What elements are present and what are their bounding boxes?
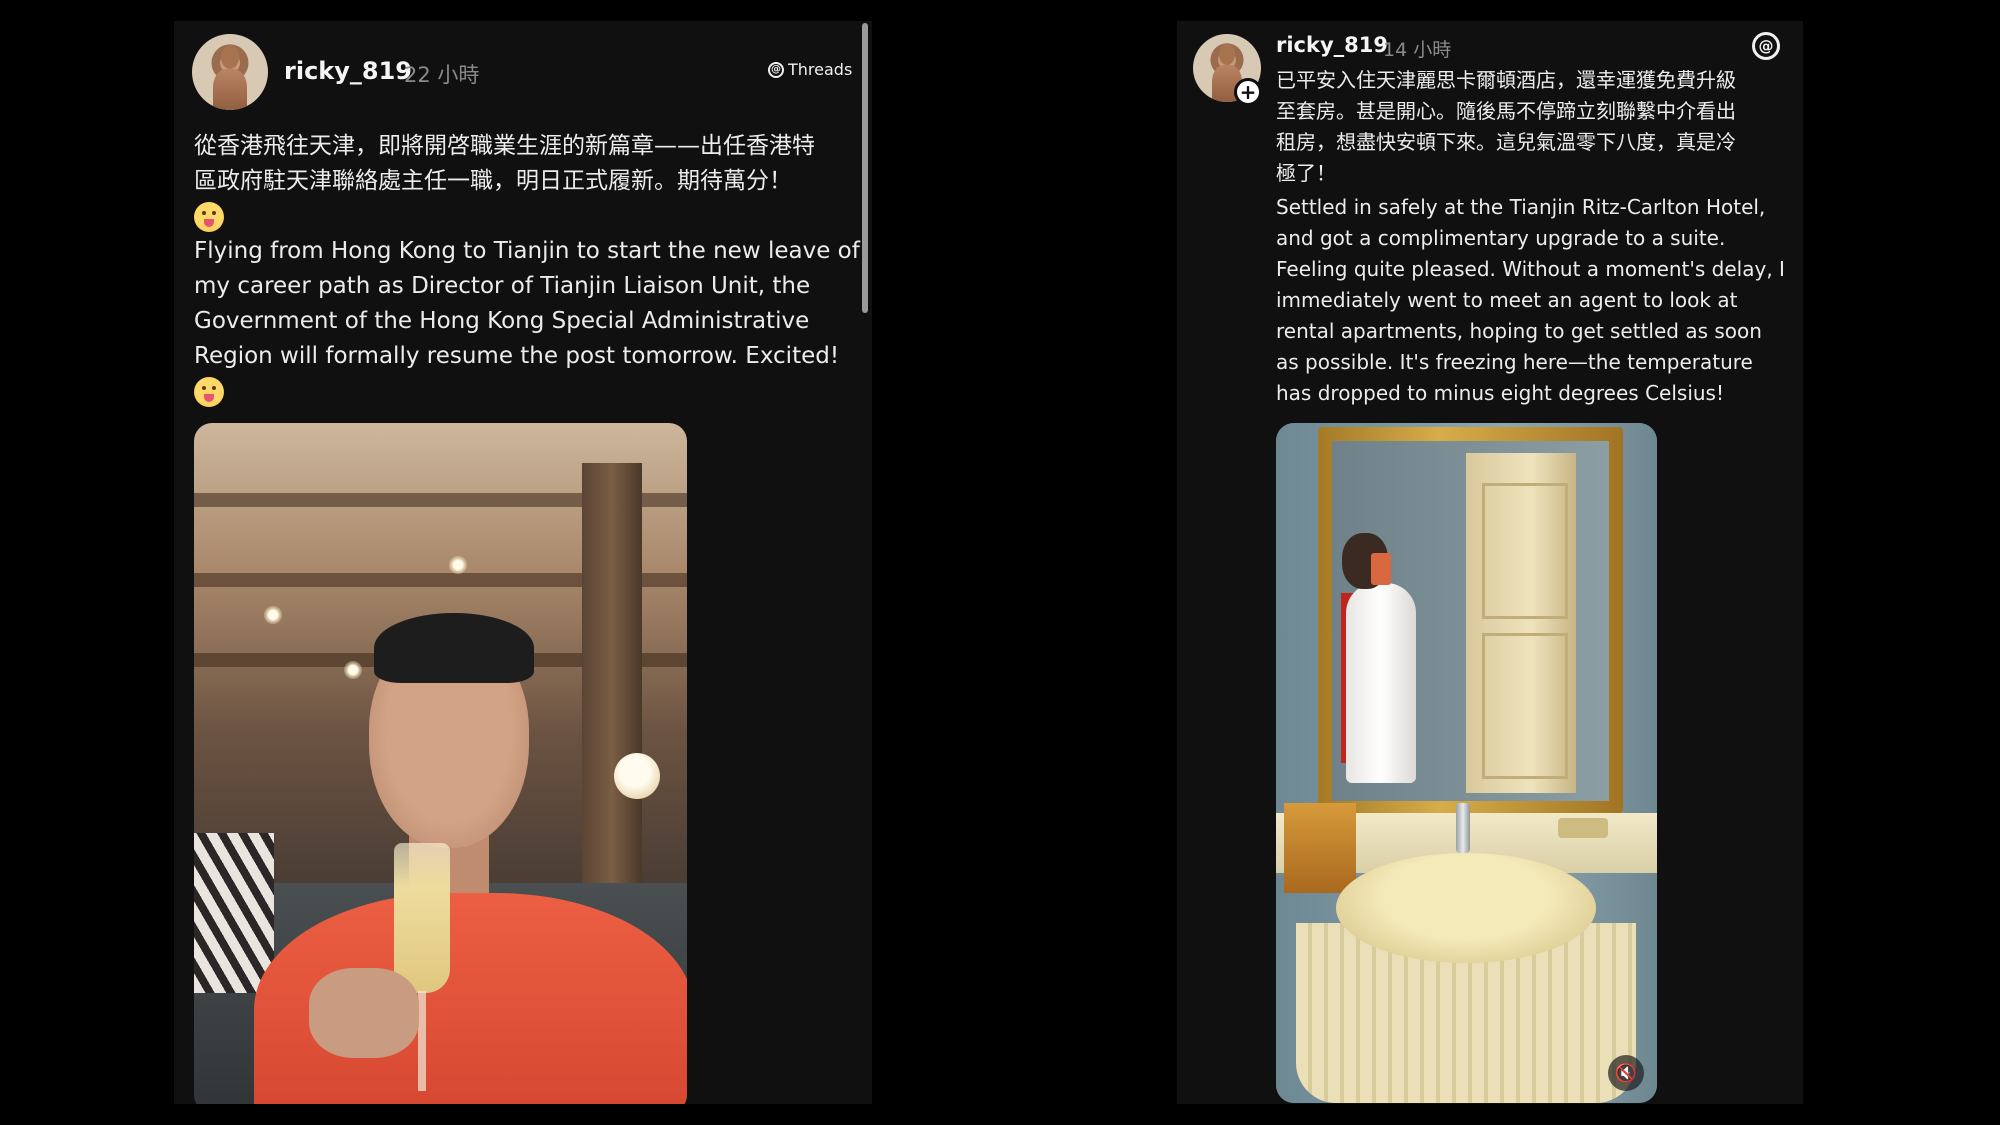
follow-plus-icon[interactable]: + [1234, 78, 1262, 106]
sink-basin [1336, 853, 1596, 963]
post-text-line: Settled in safely at the Tianjin Ritz-Ca… [1276, 195, 1766, 219]
post-time: 22 小時 [404, 63, 480, 87]
mute-button[interactable]: 🔇 [1608, 1055, 1644, 1091]
post-text-line: 極了！ [1276, 161, 1336, 185]
ceiling-lamp [449, 556, 467, 574]
white-puffer-coat [1346, 583, 1416, 783]
champagne-glass [394, 843, 450, 993]
avatar-head [220, 44, 240, 69]
post-text-line: 租房，想盡快安頓下來。這兒氣溫零下八度，真是冷 [1276, 130, 1736, 154]
zebra-cushion [194, 833, 274, 993]
post-video-mirror-selfie[interactable]: 🔇 [1276, 423, 1657, 1103]
post-time: 14 小時 [1383, 39, 1452, 61]
phone [1371, 553, 1391, 585]
hand [309, 968, 419, 1058]
avatar[interactable] [192, 34, 268, 110]
post-text-line: Feeling quite pleased. Without a moment'… [1276, 257, 1785, 281]
post-text-line: Region will formally resume the post tom… [194, 343, 840, 369]
username[interactable]: ricky_819 [284, 57, 412, 85]
door-panel [1482, 633, 1568, 779]
post-text-line: my career path as Director of Tianjin Li… [194, 273, 811, 299]
username[interactable]: ricky_819 [1276, 33, 1388, 57]
post-text: 從香港飛往天津，即將開啓職業生涯的新篇章——出任香港特 區政府駐天津聯絡處主任一… [194, 129, 860, 409]
post-text-line: immediately went to meet an agent to loo… [1276, 288, 1738, 312]
scrollbar[interactable] [862, 23, 868, 313]
post-text-line: 區政府駐天津聯絡處主任一職，明日正式履新。期待萬分！ [194, 168, 792, 194]
glass-stem [418, 991, 426, 1091]
right-post-card: + ricky_819 14 小時 @ 已平安入住天津麗思卡爾頓酒店，還幸運獲免… [1177, 21, 1803, 1104]
tongue-emoji-icon [194, 376, 224, 407]
post-text: 已平安入住天津麗思卡爾頓酒店，還幸運獲免費升級 至套房。甚是開心。隨後馬不停蹄立… [1276, 65, 1785, 409]
post-text-line: 從香港飛往天津，即將開啓職業生涯的新篇章——出任香港特 [194, 133, 815, 159]
post-text-line: rental apartments, hoping to get settled… [1276, 319, 1762, 343]
avatar-head [1218, 43, 1236, 66]
threads-logo-icon[interactable]: @ [1752, 32, 1780, 60]
post-text-line: 已平安入住天津麗思卡爾頓酒店，還幸運獲免費升級 [1276, 68, 1736, 92]
threads-icon: @ [768, 61, 784, 78]
threads-source-tag[interactable]: @ Threads [768, 60, 852, 79]
post-text-line: as possible. It's freezing here—the temp… [1276, 350, 1753, 374]
tongue-emoji-icon [194, 201, 224, 232]
post-text-line: and got a complimentary upgrade to a sui… [1276, 226, 1726, 250]
door-panel [1482, 483, 1568, 619]
person-hair [374, 613, 534, 683]
post-text-line: Government of the Hong Kong Special Admi… [194, 308, 810, 334]
avatar-torso [213, 68, 247, 110]
post-text-line: Flying from Hong Kong to Tianjin to star… [194, 238, 860, 264]
faucet [1456, 803, 1470, 853]
post-text-line: has dropped to minus eight degrees Celsi… [1276, 381, 1724, 405]
soap-dish [1558, 818, 1608, 838]
left-post-card: ricky_819 22 小時 @ Threads 從香港飛往天津，即將開啓職業… [174, 21, 872, 1104]
post-photo-champagne-selfie[interactable] [194, 423, 687, 1104]
ceiling-lamp [264, 606, 282, 624]
post-text-line: 至套房。甚是開心。隨後馬不停蹄立刻聯繫中介看出 [1276, 99, 1736, 123]
muted-speaker-icon: 🔇 [1614, 1062, 1638, 1084]
tissue-box [1284, 803, 1356, 893]
ceiling-lamp [344, 661, 362, 679]
globe-lamp [614, 753, 660, 799]
threads-label: Threads [788, 60, 853, 79]
